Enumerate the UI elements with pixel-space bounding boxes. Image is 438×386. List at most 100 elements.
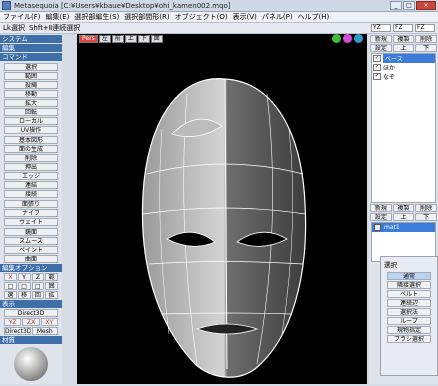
toolbar-field-3[interactable]: FZ [415,24,435,32]
toolbar-field-2[interactable]: FZ [393,24,413,32]
cmd-mirror[interactable]: 鏡面 [4,228,58,236]
cmd-local[interactable]: ローカル [4,117,58,125]
menu-view[interactable]: 表示(V) [233,12,257,22]
select-belt-button[interactable]: ベルト [387,290,431,298]
menu-select-deform[interactable]: 選択部間形(R) [124,12,169,22]
cmd-delete[interactable]: 削除 [4,154,58,162]
select-continuous-edge-button[interactable]: 連続辺 [387,299,431,307]
opt-z[interactable]: Z [31,273,45,281]
material-duplicate-button[interactable]: 複製 [392,204,415,212]
select-adjacent-button[interactable]: 隣接選択 [387,281,431,289]
opt-x[interactable]: X [4,273,17,281]
mesh-button[interactable]: Mesh [31,327,58,335]
close-button[interactable]: × [416,1,436,10]
opt-check-2[interactable]: □ [17,282,31,290]
3d-viewport[interactable]: Pers 左 前 上 下 面 [77,34,367,384]
select-normal-button[interactable]: 通常 [387,272,431,280]
object-delete-button[interactable]: 削除 [415,35,438,43]
object-down-button[interactable]: 下 [415,44,438,52]
maximize-button[interactable]: □ [403,1,415,10]
cmd-smooth[interactable]: スムース [4,237,58,245]
menu-help[interactable]: ヘルプ(H) [298,12,330,22]
list-item[interactable]: ✓ ほか [372,63,435,72]
axis-zx[interactable]: ZX [22,318,40,326]
direct3d-button[interactable]: Direct3D [4,327,31,335]
menu-select-edit[interactable]: 選択部編生(S) [74,12,119,22]
menu-edit[interactable]: 編集(E) [46,12,70,22]
cmd-select[interactable]: 選択 [4,63,58,71]
menu-panel[interactable]: パネル(P) [262,12,293,22]
material-down-button[interactable]: 下 [415,213,438,221]
view-pan-icon[interactable] [343,34,352,43]
view-rotate-icon[interactable] [332,34,341,43]
cmd-extrude[interactable]: 押出 [4,163,58,171]
cmd-connect[interactable]: 連結 [4,181,58,189]
material-delete-button[interactable]: 削除 [415,204,438,212]
cmd-face-fill[interactable]: 面張り [4,200,58,208]
section-edit[interactable]: 編集 [0,44,62,52]
cmd-paint[interactable]: ペイント [4,246,58,254]
cmd-rotate[interactable]: 回転 [4,108,58,116]
list-item[interactable]: ✓ なぞ [372,72,435,81]
tab-bottom[interactable]: 下 [137,34,150,43]
section-display[interactable]: 表示 [0,300,62,308]
tab-perspective[interactable]: Pers [79,34,98,43]
minimize-button[interactable]: _ [390,1,402,10]
section-system[interactable]: システム [0,35,62,43]
opt-rotate[interactable]: 回 [31,291,45,299]
opt-select[interactable]: 選 [4,291,17,299]
section-material[interactable]: 材質 [0,336,62,344]
object-duplicate-button[interactable]: 複製 [392,35,415,43]
cmd-range[interactable]: 範囲 [4,72,58,80]
object-list[interactable]: ✓ ベース ✓ ほか ✓ なぞ [371,53,436,203]
cmd-edge[interactable]: エッジ [4,172,58,180]
opt-range[interactable]: 範 [45,273,58,281]
toolbar-field-1[interactable]: YZ [371,24,391,32]
select-loop-button[interactable]: ループ [387,317,431,325]
direct3d-toggle[interactable]: Direct3D [4,309,58,317]
axis-xy[interactable]: XY [40,318,58,326]
list-item[interactable]: mat1 [372,223,435,232]
continuous-select-label[interactable]: Shft+Ⅱ連続選択 [29,23,80,33]
tab-top[interactable]: 上 [124,34,137,43]
cmd-move[interactable]: 移動 [4,90,58,98]
tab-left[interactable]: 左 [98,34,111,43]
visibility-icon[interactable]: ✓ [373,55,381,62]
visibility-icon[interactable]: ✓ [373,73,381,80]
section-edit-options[interactable]: 編集オプション [0,264,62,272]
cmd-knife[interactable]: ナイフ [4,209,58,217]
tab-front[interactable]: 前 [111,34,124,43]
select-brush-button[interactable]: ブラシ選択 [387,335,431,343]
section-command[interactable]: コマンド [0,53,62,61]
cmd-weight[interactable]: ウェイト [4,218,58,226]
cmd-lasso[interactable]: 投縄 [4,81,58,89]
cmd-scale[interactable]: 拡大 [4,99,58,107]
cmd-curve[interactable]: 曲面 [4,255,58,263]
opt-move[interactable]: 移 [17,291,31,299]
opt-check-4[interactable]: 囲 [45,282,58,290]
tab-face[interactable]: 面 [150,34,163,43]
opt-check-1[interactable]: □ [4,282,17,290]
cmd-create-face[interactable]: 面の生成 [4,145,58,153]
material-settings-button[interactable]: 設定 [370,213,392,221]
view-zoom-icon[interactable] [354,34,363,43]
cmd-uv[interactable]: UV操作 [4,126,58,134]
cmd-join[interactable]: 接続 [4,190,58,198]
select-method-button[interactable]: 選択法 [387,308,431,316]
select-current-button[interactable]: 現物指定 [387,326,431,334]
object-new-button[interactable]: 新規 [370,35,392,43]
object-settings-button[interactable]: 設定 [370,44,392,52]
visibility-icon[interactable]: ✓ [373,64,381,71]
opt-y[interactable]: Y [17,273,31,281]
opt-check-3[interactable]: □ [31,282,45,290]
list-item[interactable]: ✓ ベース [372,54,435,63]
object-up-button[interactable]: 上 [392,44,415,52]
menu-file[interactable]: ファイル(F) [3,12,41,22]
select-mode-label[interactable]: Lk選択 [3,23,25,33]
opt-scale[interactable]: 拡 [45,291,58,299]
material-up-button[interactable]: 上 [392,213,415,221]
cmd-primitive[interactable]: 基本図形 [4,136,58,144]
menu-object[interactable]: オブジェクト(O) [175,12,228,22]
axis-yz[interactable]: YZ [4,318,22,326]
material-new-button[interactable]: 新規 [370,204,392,212]
